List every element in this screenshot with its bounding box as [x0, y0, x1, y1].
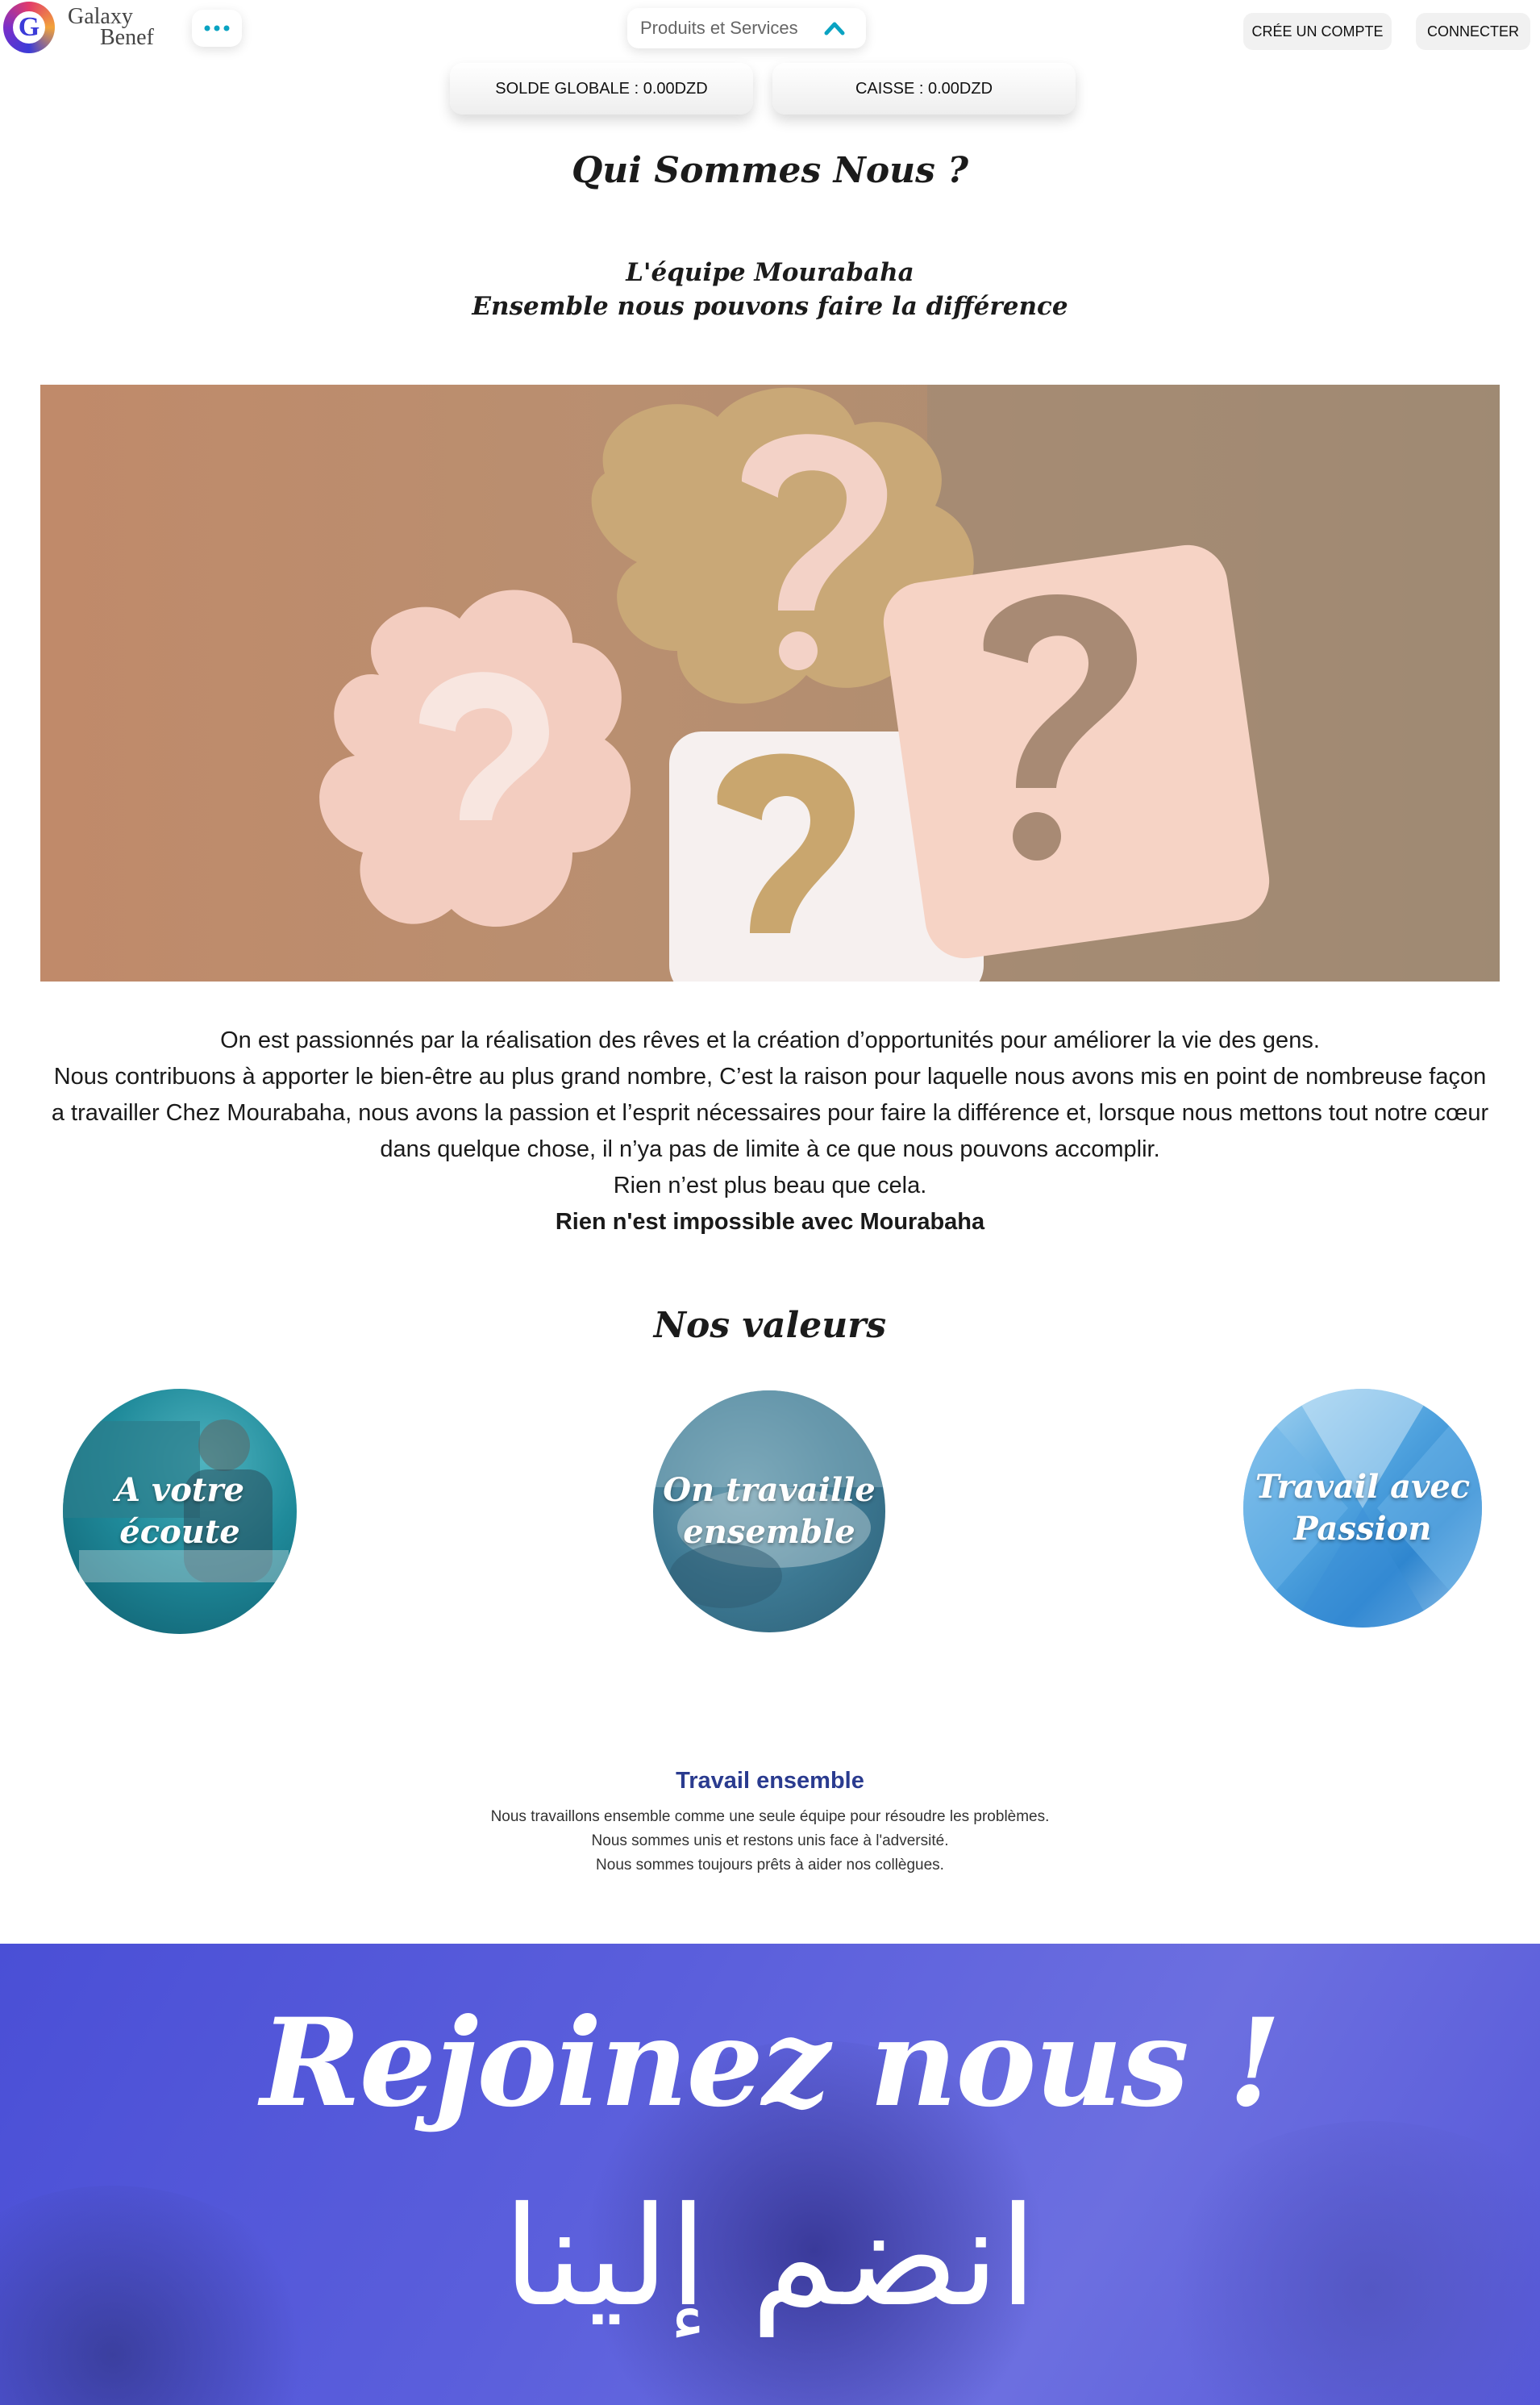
more-menu-button[interactable]	[192, 10, 242, 47]
page-title: Qui Sommes Nous ?	[571, 150, 969, 191]
value-card-passion[interactable]: Travail avec Passion	[1243, 1389, 1482, 1628]
value-card-teamwork[interactable]: On travaille ensemble	[653, 1390, 885, 1632]
brand-name: Galaxy Benef	[68, 6, 154, 50]
about-tagline: Rien n'est impossible avec Mourabaha	[555, 1209, 985, 1235]
top-navbar: G Galaxy Benef Produits et Services CRÉE…	[0, 0, 1540, 61]
about-text-line: Nous contribuons à apporter le bien-être…	[51, 1064, 1489, 1162]
chevron-up-icon	[824, 22, 845, 35]
more-dots-icon	[204, 25, 230, 31]
value-detail-line: Nous sommes unis et restons unis face à …	[591, 1832, 949, 1849]
join-us-title-fr: Rejoinez nous !	[260, 1992, 1281, 2134]
value-detail-line: Nous travaillons ensemble comme une seul…	[490, 1808, 1050, 1825]
about-text-line: Rien n’est plus beau que cela.	[613, 1173, 927, 1198]
value-detail-title: Travail ensemble	[676, 1768, 864, 1794]
values-title: Nos valeurs	[653, 1305, 887, 1346]
brand-logo[interactable]: G Galaxy Benef	[3, 2, 154, 53]
value-card-label: Travail avec Passion	[1255, 1468, 1471, 1548]
value-card-label: On travaille ensemble	[663, 1471, 876, 1551]
value-detail-line: Nous sommes toujours prêts à aider nos c…	[596, 1857, 944, 1874]
about-paragraph: On est passionnés par la réalisation des…	[48, 1023, 1492, 1240]
create-account-button[interactable]: CRÉE UN COMPTE	[1243, 13, 1392, 50]
team-subtitle: L'équipe Mourabaha	[626, 258, 914, 287]
team-slogan: Ensemble nous pouvons faire la différenc…	[472, 292, 1068, 321]
products-services-label: Produits et Services	[640, 18, 798, 38]
join-us-banner: Rejoinez nous ! انضم إلينا	[0, 1944, 1540, 2405]
logo-letter: G	[13, 11, 45, 44]
value-card-label: A votre écoute	[115, 1471, 244, 1551]
join-us-title-ar: انضم إلينا	[502, 2178, 1038, 2337]
connect-button[interactable]: CONNECTER	[1416, 13, 1530, 50]
about-text-line: On est passionnés par la réalisation des…	[220, 1027, 1320, 1053]
value-card-listening[interactable]: A votre écoute	[63, 1389, 297, 1634]
brand-name-line2: Benef	[100, 25, 154, 50]
hero-question-marks-image	[40, 385, 1500, 982]
global-balance-badge: SOLDE GLOBALE : 0.00DZD	[450, 63, 753, 115]
cash-balance-badge: CAISSE : 0.00DZD	[772, 63, 1076, 115]
products-services-dropdown[interactable]: Produits et Services	[627, 8, 866, 48]
logo-icon: G	[3, 2, 55, 53]
